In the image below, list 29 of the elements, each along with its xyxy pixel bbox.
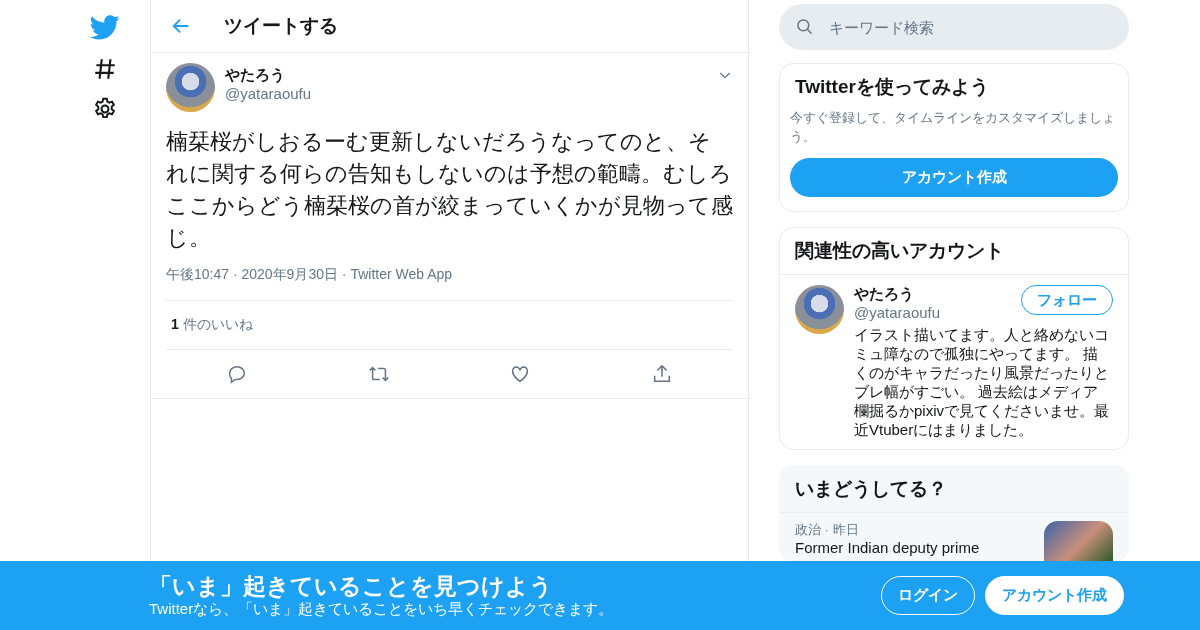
avatar[interactable] bbox=[795, 285, 844, 334]
hashtag-icon[interactable] bbox=[92, 56, 118, 82]
login-button[interactable]: ログイン bbox=[881, 576, 975, 615]
account-handle[interactable]: @yataraoufu bbox=[854, 304, 941, 321]
author-handle[interactable]: @yataraoufu bbox=[225, 85, 312, 102]
account-name[interactable]: やたろう bbox=[854, 285, 941, 304]
like-label[interactable]: 件のいいね bbox=[182, 316, 253, 334]
signup-button[interactable]: アカウント作成 bbox=[985, 576, 1124, 615]
author-name[interactable]: やたろう bbox=[225, 66, 312, 85]
signup-button[interactable]: アカウント作成 bbox=[790, 158, 1118, 197]
card-description: 今すぐ登録して、タイムラインをカスタマイズしましょう。 bbox=[790, 109, 1116, 146]
card-title: いまどうしてる？ bbox=[780, 466, 1128, 513]
card-title: Twitterを使ってみよう bbox=[795, 75, 990, 99]
bird-icon[interactable] bbox=[90, 12, 120, 42]
trend-context: 政治 · 昨日 bbox=[795, 521, 860, 539]
banner-subtitle: Twitterなら、「いま」起きていることをいち早くチェックできます。 bbox=[149, 600, 614, 619]
avatar[interactable] bbox=[166, 63, 215, 112]
trend-title[interactable]: Former Indian deputy prime bbox=[795, 539, 980, 557]
account-bio: イラスト描いてます。人と絡めないコミュ障なので孤独にやってます。 描くのがキャラだったり風景だったりとブレ幅がすごい。 過去絵はメディア欄掘るかpixivで見てくださいませ。最近Vtuberにはまりました。 bbox=[854, 325, 1110, 439]
like-count: 1 bbox=[171, 316, 179, 334]
banner-title: 「いま」起きていることを見つけよう bbox=[149, 572, 554, 600]
follow-button[interactable]: フォロー bbox=[1021, 285, 1113, 315]
photo-placeholder bbox=[1044, 521, 1113, 561]
search-field[interactable]: キーワード検索 bbox=[779, 4, 1129, 50]
search-icon bbox=[795, 17, 815, 37]
page-title: ツイートする bbox=[224, 14, 338, 38]
card-title: 関連性の高いアカウント bbox=[780, 228, 1128, 275]
tweet-timestamp[interactable]: 午後10:47 · 2020年9月30日 · Twitter Web App bbox=[166, 266, 733, 301]
tweet-text: 楠栞桜がしおるーむ更新しないだろうなってのと、それに関する何らの告知もしないのは予想の範疇。むしろここからどう楠栞桜の首が絞まっていくかが見物って感じ。 bbox=[166, 128, 733, 252]
